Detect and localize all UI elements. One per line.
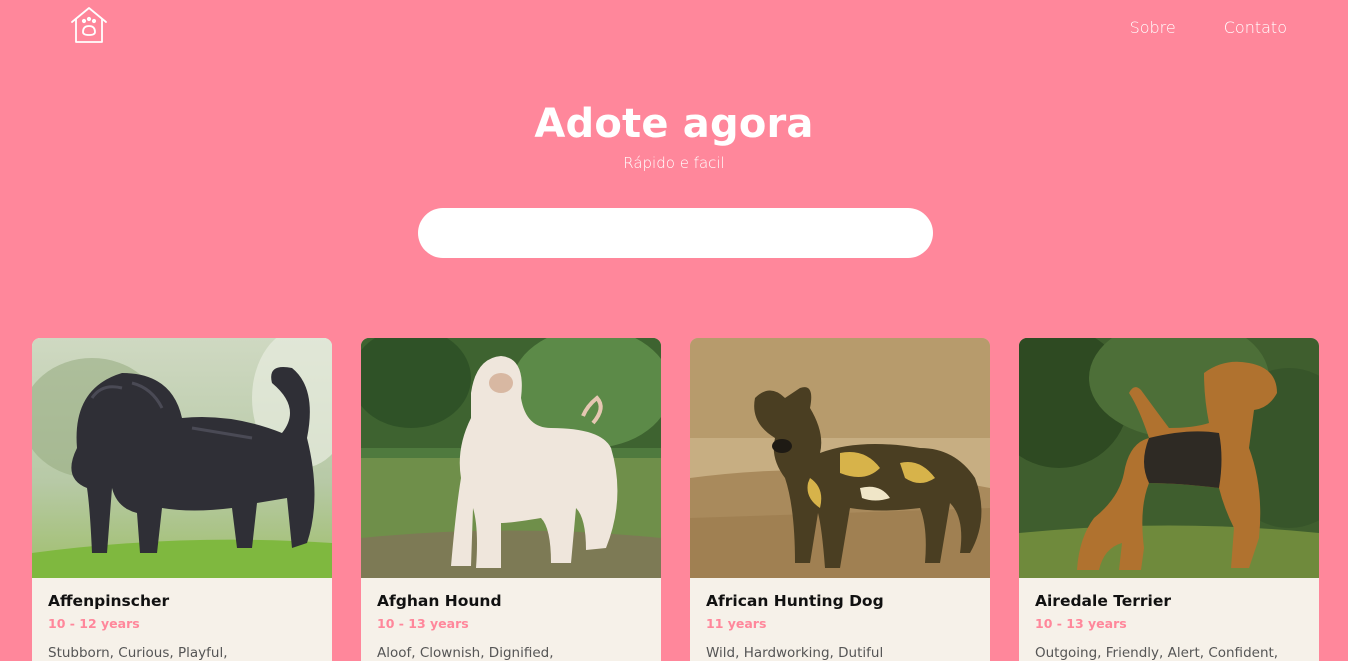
hero-section: Adote agora Rápido e facil — [0, 98, 1348, 172]
breed-card[interactable]: African Hunting Dog 11 years Wild, Hardw… — [690, 338, 990, 661]
breed-temperament: Wild, Hardworking, Dutiful — [706, 645, 884, 661]
breed-card[interactable]: Afghan Hound 10 - 13 years Aloof, Clowni… — [361, 338, 661, 661]
breed-photo — [361, 338, 661, 578]
nav-link-sobre[interactable]: Sobre — [1130, 18, 1176, 37]
breed-card[interactable]: Airedale Terrier 10 - 13 years Outgoing,… — [1019, 338, 1319, 661]
dog-house-icon[interactable] — [69, 5, 109, 45]
card-body: Afghan Hound 10 - 13 years Aloof, Clowni… — [361, 578, 661, 661]
breed-life-span: 10 - 13 years — [377, 616, 469, 631]
breed-life-span: 10 - 13 years — [1035, 616, 1127, 631]
breed-life-span: 11 years — [706, 616, 767, 631]
breed-card-list: Affenpinscher 10 - 12 years Stubborn, Cu… — [32, 338, 1319, 661]
card-body: Affenpinscher 10 - 12 years Stubborn, Cu… — [32, 578, 332, 661]
breed-name: Airedale Terrier — [1035, 592, 1172, 610]
page-title: Adote agora — [534, 101, 814, 147]
breed-name: Affenpinscher — [48, 592, 170, 610]
card-body: Airedale Terrier 10 - 13 years Outgoing,… — [1019, 578, 1319, 661]
card-body: African Hunting Dog 11 years Wild, Hardw… — [690, 578, 990, 661]
breed-photo — [32, 338, 332, 578]
breed-card[interactable]: Affenpinscher 10 - 12 years Stubborn, Cu… — [32, 338, 332, 661]
breed-name: Afghan Hound — [377, 592, 502, 610]
breed-life-span: 10 - 12 years — [48, 616, 140, 631]
search-input[interactable] — [418, 208, 933, 258]
breed-name: African Hunting Dog — [706, 592, 884, 610]
page-subtitle: Rápido e facil — [623, 154, 725, 172]
breed-temperament: Aloof, Clownish, Dignified, — [377, 645, 554, 661]
top-navbar: Sobre Contato — [0, 0, 1348, 56]
nav-links: Sobre Contato — [1130, 18, 1287, 37]
breed-photo — [1019, 338, 1319, 578]
breed-photo — [690, 338, 990, 578]
breed-temperament: Stubborn, Curious, Playful, — [48, 645, 228, 661]
breed-temperament: Outgoing, Friendly, Alert, Confident, — [1035, 645, 1279, 661]
nav-link-contato[interactable]: Contato — [1224, 18, 1287, 37]
